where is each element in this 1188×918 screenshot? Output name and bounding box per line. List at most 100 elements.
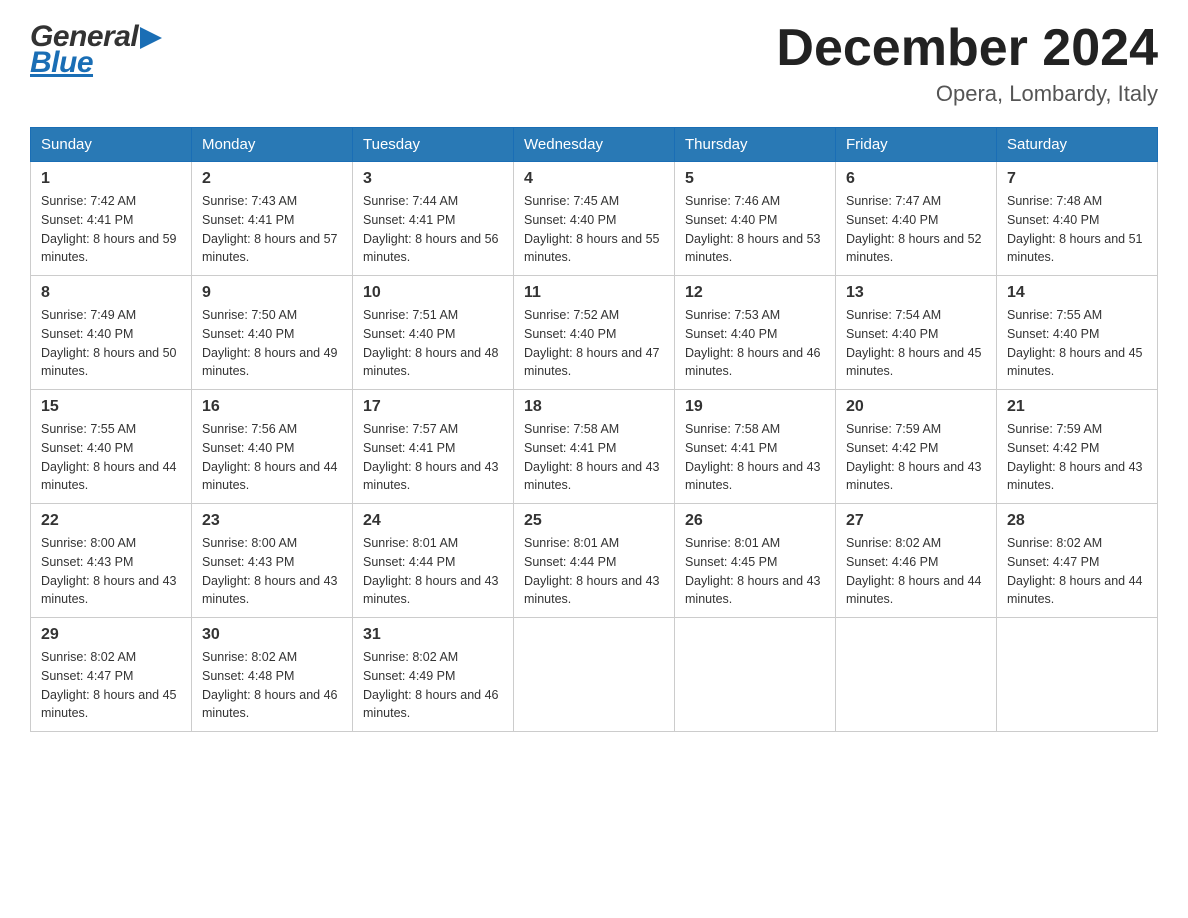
day-info: Sunrise: 7:44 AM Sunset: 4:41 PM Dayligh… — [363, 192, 503, 267]
day-info: Sunrise: 8:01 AM Sunset: 4:45 PM Dayligh… — [685, 534, 825, 609]
day-info: Sunrise: 7:42 AM Sunset: 4:41 PM Dayligh… — [41, 192, 181, 267]
table-row: 2 Sunrise: 7:43 AM Sunset: 4:41 PM Dayli… — [192, 162, 353, 276]
day-info: Sunrise: 7:45 AM Sunset: 4:40 PM Dayligh… — [524, 192, 664, 267]
sunrise-label: Sunrise: 7:42 AM — [41, 194, 136, 208]
day-number: 27 — [846, 512, 986, 530]
sunset-label: Sunset: 4:43 PM — [41, 555, 133, 569]
sunrise-label: Sunrise: 8:02 AM — [363, 650, 458, 664]
sunset-label: Sunset: 4:40 PM — [1007, 213, 1099, 227]
sunrise-label: Sunrise: 7:51 AM — [363, 308, 458, 322]
daylight-label: Daylight: 8 hours and 44 minutes. — [1007, 574, 1143, 607]
daylight-label: Daylight: 8 hours and 53 minutes. — [685, 232, 821, 265]
daylight-label: Daylight: 8 hours and 44 minutes. — [846, 574, 982, 607]
col-wednesday: Wednesday — [514, 128, 675, 162]
location-subtitle: Opera, Lombardy, Italy — [776, 81, 1158, 107]
table-row — [675, 618, 836, 732]
calendar-week-row: 8 Sunrise: 7:49 AM Sunset: 4:40 PM Dayli… — [31, 276, 1158, 390]
daylight-label: Daylight: 8 hours and 45 minutes. — [1007, 346, 1143, 379]
sunset-label: Sunset: 4:44 PM — [363, 555, 455, 569]
sunrise-label: Sunrise: 7:48 AM — [1007, 194, 1102, 208]
day-number: 16 — [202, 398, 342, 416]
daylight-label: Daylight: 8 hours and 45 minutes. — [41, 688, 177, 721]
sunrise-label: Sunrise: 7:57 AM — [363, 422, 458, 436]
day-number: 15 — [41, 398, 181, 416]
sunrise-label: Sunrise: 7:58 AM — [524, 422, 619, 436]
sunset-label: Sunset: 4:40 PM — [363, 327, 455, 341]
day-number: 23 — [202, 512, 342, 530]
sunrise-label: Sunrise: 7:55 AM — [41, 422, 136, 436]
table-row: 25 Sunrise: 8:01 AM Sunset: 4:44 PM Dayl… — [514, 504, 675, 618]
day-info: Sunrise: 8:02 AM Sunset: 4:49 PM Dayligh… — [363, 648, 503, 723]
daylight-label: Daylight: 8 hours and 44 minutes. — [41, 460, 177, 493]
day-info: Sunrise: 7:52 AM Sunset: 4:40 PM Dayligh… — [524, 306, 664, 381]
daylight-label: Daylight: 8 hours and 46 minutes. — [685, 346, 821, 379]
day-number: 17 — [363, 398, 503, 416]
table-row: 4 Sunrise: 7:45 AM Sunset: 4:40 PM Dayli… — [514, 162, 675, 276]
table-row: 9 Sunrise: 7:50 AM Sunset: 4:40 PM Dayli… — [192, 276, 353, 390]
sunset-label: Sunset: 4:47 PM — [41, 669, 133, 683]
daylight-label: Daylight: 8 hours and 57 minutes. — [202, 232, 338, 265]
table-row: 14 Sunrise: 7:55 AM Sunset: 4:40 PM Dayl… — [997, 276, 1158, 390]
sunset-label: Sunset: 4:40 PM — [1007, 327, 1099, 341]
day-number: 25 — [524, 512, 664, 530]
day-info: Sunrise: 7:58 AM Sunset: 4:41 PM Dayligh… — [685, 420, 825, 495]
sunset-label: Sunset: 4:41 PM — [363, 441, 455, 455]
table-row: 6 Sunrise: 7:47 AM Sunset: 4:40 PM Dayli… — [836, 162, 997, 276]
sunset-label: Sunset: 4:41 PM — [202, 213, 294, 227]
day-number: 4 — [524, 170, 664, 188]
day-number: 19 — [685, 398, 825, 416]
col-saturday: Saturday — [997, 128, 1158, 162]
sunset-label: Sunset: 4:41 PM — [685, 441, 777, 455]
day-info: Sunrise: 8:02 AM Sunset: 4:48 PM Dayligh… — [202, 648, 342, 723]
table-row: 30 Sunrise: 8:02 AM Sunset: 4:48 PM Dayl… — [192, 618, 353, 732]
calendar-header-row: Sunday Monday Tuesday Wednesday Thursday… — [31, 128, 1158, 162]
month-title: December 2024 — [776, 20, 1158, 77]
table-row: 17 Sunrise: 7:57 AM Sunset: 4:41 PM Dayl… — [353, 390, 514, 504]
sunset-label: Sunset: 4:40 PM — [685, 213, 777, 227]
sunset-label: Sunset: 4:45 PM — [685, 555, 777, 569]
daylight-label: Daylight: 8 hours and 55 minutes. — [524, 232, 660, 265]
daylight-label: Daylight: 8 hours and 59 minutes. — [41, 232, 177, 265]
sunrise-label: Sunrise: 7:54 AM — [846, 308, 941, 322]
day-info: Sunrise: 7:46 AM Sunset: 4:40 PM Dayligh… — [685, 192, 825, 267]
table-row: 13 Sunrise: 7:54 AM Sunset: 4:40 PM Dayl… — [836, 276, 997, 390]
sunset-label: Sunset: 4:43 PM — [202, 555, 294, 569]
sunrise-label: Sunrise: 7:55 AM — [1007, 308, 1102, 322]
table-row: 5 Sunrise: 7:46 AM Sunset: 4:40 PM Dayli… — [675, 162, 836, 276]
day-number: 6 — [846, 170, 986, 188]
table-row: 12 Sunrise: 7:53 AM Sunset: 4:40 PM Dayl… — [675, 276, 836, 390]
table-row: 21 Sunrise: 7:59 AM Sunset: 4:42 PM Dayl… — [997, 390, 1158, 504]
sunrise-label: Sunrise: 8:02 AM — [846, 536, 941, 550]
sunrise-label: Sunrise: 8:01 AM — [524, 536, 619, 550]
calendar-table: Sunday Monday Tuesday Wednesday Thursday… — [30, 127, 1158, 732]
day-info: Sunrise: 7:43 AM Sunset: 4:41 PM Dayligh… — [202, 192, 342, 267]
daylight-label: Daylight: 8 hours and 48 minutes. — [363, 346, 499, 379]
day-number: 28 — [1007, 512, 1147, 530]
table-row — [514, 618, 675, 732]
daylight-label: Daylight: 8 hours and 50 minutes. — [41, 346, 177, 379]
sunset-label: Sunset: 4:42 PM — [1007, 441, 1099, 455]
sunset-label: Sunset: 4:40 PM — [41, 441, 133, 455]
day-info: Sunrise: 7:57 AM Sunset: 4:41 PM Dayligh… — [363, 420, 503, 495]
logo: General Blue — [30, 20, 162, 80]
daylight-label: Daylight: 8 hours and 43 minutes. — [685, 574, 821, 607]
table-row: 27 Sunrise: 8:02 AM Sunset: 4:46 PM Dayl… — [836, 504, 997, 618]
sunset-label: Sunset: 4:41 PM — [524, 441, 616, 455]
sunset-label: Sunset: 4:40 PM — [685, 327, 777, 341]
table-row — [836, 618, 997, 732]
sunrise-label: Sunrise: 8:00 AM — [41, 536, 136, 550]
sunrise-label: Sunrise: 7:44 AM — [363, 194, 458, 208]
day-info: Sunrise: 7:56 AM Sunset: 4:40 PM Dayligh… — [202, 420, 342, 495]
day-number: 14 — [1007, 284, 1147, 302]
sunset-label: Sunset: 4:44 PM — [524, 555, 616, 569]
day-info: Sunrise: 7:47 AM Sunset: 4:40 PM Dayligh… — [846, 192, 986, 267]
table-row: 18 Sunrise: 7:58 AM Sunset: 4:41 PM Dayl… — [514, 390, 675, 504]
day-number: 29 — [41, 626, 181, 644]
calendar-week-row: 15 Sunrise: 7:55 AM Sunset: 4:40 PM Dayl… — [31, 390, 1158, 504]
sunset-label: Sunset: 4:42 PM — [846, 441, 938, 455]
day-info: Sunrise: 8:01 AM Sunset: 4:44 PM Dayligh… — [524, 534, 664, 609]
col-thursday: Thursday — [675, 128, 836, 162]
day-number: 30 — [202, 626, 342, 644]
table-row: 29 Sunrise: 8:02 AM Sunset: 4:47 PM Dayl… — [31, 618, 192, 732]
day-info: Sunrise: 8:01 AM Sunset: 4:44 PM Dayligh… — [363, 534, 503, 609]
